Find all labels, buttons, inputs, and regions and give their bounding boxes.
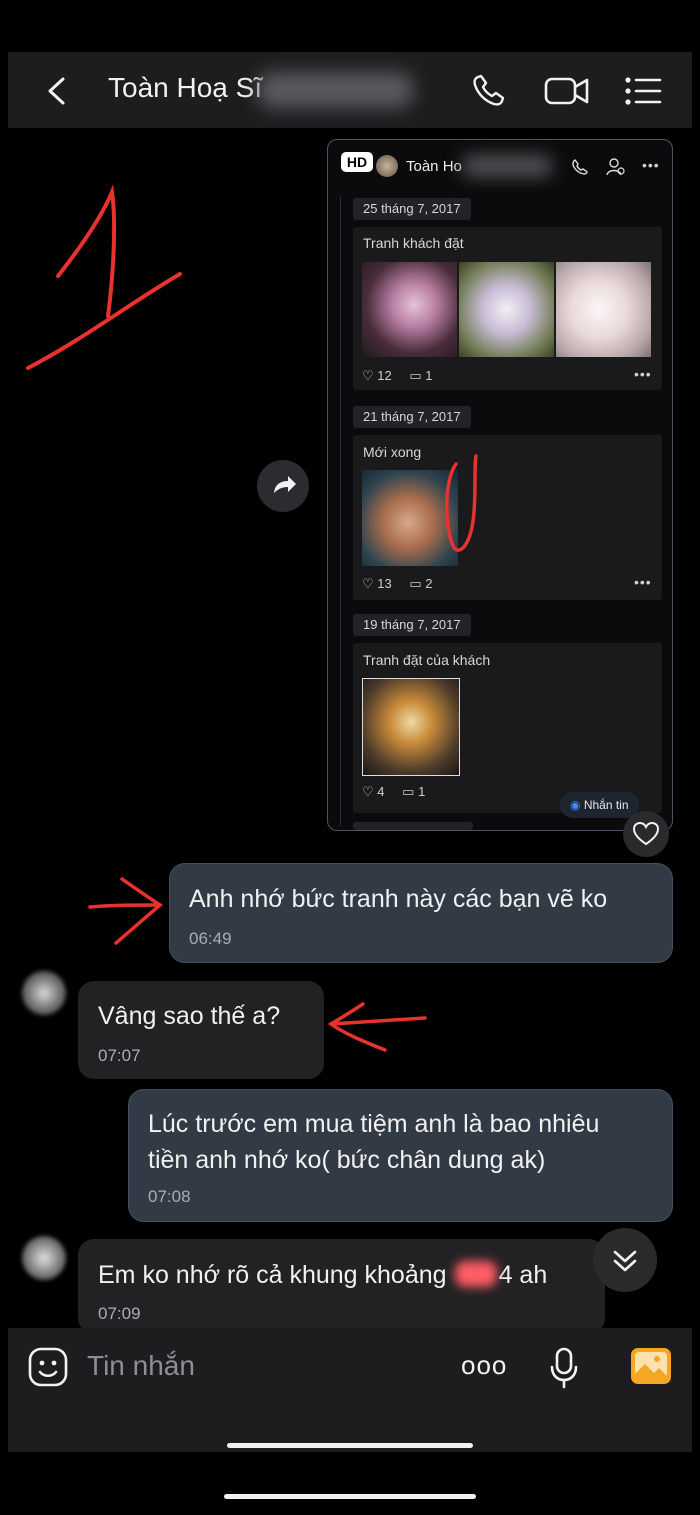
image-gallery-icon[interactable] — [630, 1347, 672, 1385]
painting-flowers-thumbnail — [459, 262, 554, 357]
comment-count: 2 — [425, 576, 433, 591]
message-text: Em ko nhớ rõ cả khung khoảng 4 ah — [98, 1257, 547, 1293]
contact-avatar[interactable] — [22, 971, 66, 1015]
message-time: 07:08 — [148, 1187, 191, 1206]
message-time: 07:07 — [98, 1046, 141, 1065]
message-text-before: Em ko nhớ rõ cả khung khoảng — [98, 1261, 447, 1289]
hd-badge: HD — [341, 152, 373, 172]
painting-white-peony-thumbnail — [556, 262, 651, 357]
back-chevron-icon[interactable] — [44, 76, 68, 106]
heart-outline-icon: ♡ — [362, 368, 374, 383]
post-stats: ♡ 4 ▭ 1 — [362, 784, 425, 800]
add-friend-icon — [606, 158, 625, 176]
post-date: 19 tháng 7, 2017 — [353, 614, 471, 636]
blurred-price-redaction — [454, 1261, 497, 1287]
comment-icon: ▭ — [409, 368, 422, 383]
comment-icon: ▭ — [409, 576, 422, 591]
post-more-icon: ••• — [634, 366, 652, 382]
message-chip-label: Nhắn tin — [583, 798, 629, 812]
red-arrow-annotation — [327, 1002, 427, 1052]
message-time: 06:49 — [189, 929, 232, 948]
red-number-1-annotation — [26, 184, 182, 370]
contact-name[interactable]: Toàn Hoạ Sĩ — [108, 72, 262, 104]
post-stats: ♡ 13 ▭ 2 — [362, 576, 433, 592]
message-text: Anh nhớ bức tranh này các bạn vẽ ko — [189, 885, 608, 913]
timeline-line — [340, 196, 341, 826]
microphone-icon[interactable] — [548, 1346, 580, 1390]
post-caption: Mới xong — [363, 444, 422, 460]
post-date: 21 tháng 7, 2017 — [353, 406, 471, 428]
post-more-icon: ••• — [634, 574, 652, 590]
message-time: 07:09 — [98, 1304, 141, 1323]
like-count: 12 — [377, 368, 392, 383]
profile-name: Toàn Ho — [406, 158, 462, 175]
more-options-icon: ••• — [642, 157, 660, 173]
painting-still-life-thumbnail — [362, 678, 460, 776]
scroll-to-bottom-button[interactable] — [593, 1228, 657, 1292]
post-date: 25 tháng 7, 2017 — [353, 198, 471, 220]
comment-count: 1 — [425, 368, 433, 383]
double-chevron-down-icon — [613, 1250, 637, 1272]
contact-avatar[interactable] — [22, 1236, 66, 1280]
post-caption: Tranh đặt của khách — [363, 652, 491, 668]
blurred-name-redaction — [462, 156, 552, 176]
profile-avatar — [376, 155, 398, 177]
home-indicator — [227, 1443, 473, 1448]
home-indicator — [224, 1494, 476, 1499]
message-text: Vâng sao thế a? — [98, 1002, 281, 1030]
forward-button[interactable] — [257, 460, 309, 512]
blurred-name-redaction — [258, 72, 413, 108]
red-arrow-annotation — [88, 877, 163, 945]
phone-icon[interactable] — [471, 74, 507, 108]
comment-icon: ▭ — [402, 784, 415, 799]
message-input-bar — [8, 1328, 692, 1452]
like-count: 13 — [377, 576, 392, 591]
react-heart-button[interactable] — [623, 811, 669, 857]
share-arrow-icon — [274, 476, 296, 493]
message-input[interactable]: Tin nhắn — [87, 1350, 195, 1382]
chat-bubble-icon: ◉ — [570, 798, 581, 812]
phone-icon — [572, 159, 588, 175]
message-text-line1: Lúc trước em mua tiệm anh là bao nhiêu — [148, 1110, 600, 1138]
list-menu-icon[interactable] — [624, 76, 662, 106]
heart-outline-icon: ♡ — [362, 784, 374, 799]
message-text-after: 4 ah — [498, 1261, 548, 1289]
next-date-partial — [353, 822, 473, 830]
painting-peony-thumbnail — [362, 262, 457, 357]
heart-outline-icon: ♡ — [362, 576, 374, 591]
post-stats: ♡ 12 ▭ 1 — [362, 368, 433, 384]
comment-count: 1 — [418, 784, 426, 799]
red-circle-annotation — [445, 454, 478, 552]
heart-outline-icon — [632, 821, 660, 846]
sticker-emoji-icon[interactable] — [27, 1346, 69, 1388]
message-text-line2: tiền anh nhớ ko( bức chân dung ak) — [148, 1146, 546, 1174]
post-caption: Tranh khách đặt — [363, 235, 464, 251]
like-count: 4 — [377, 784, 385, 799]
more-options-icon[interactable]: ooo — [461, 1350, 507, 1381]
video-camera-icon[interactable] — [544, 75, 590, 107]
